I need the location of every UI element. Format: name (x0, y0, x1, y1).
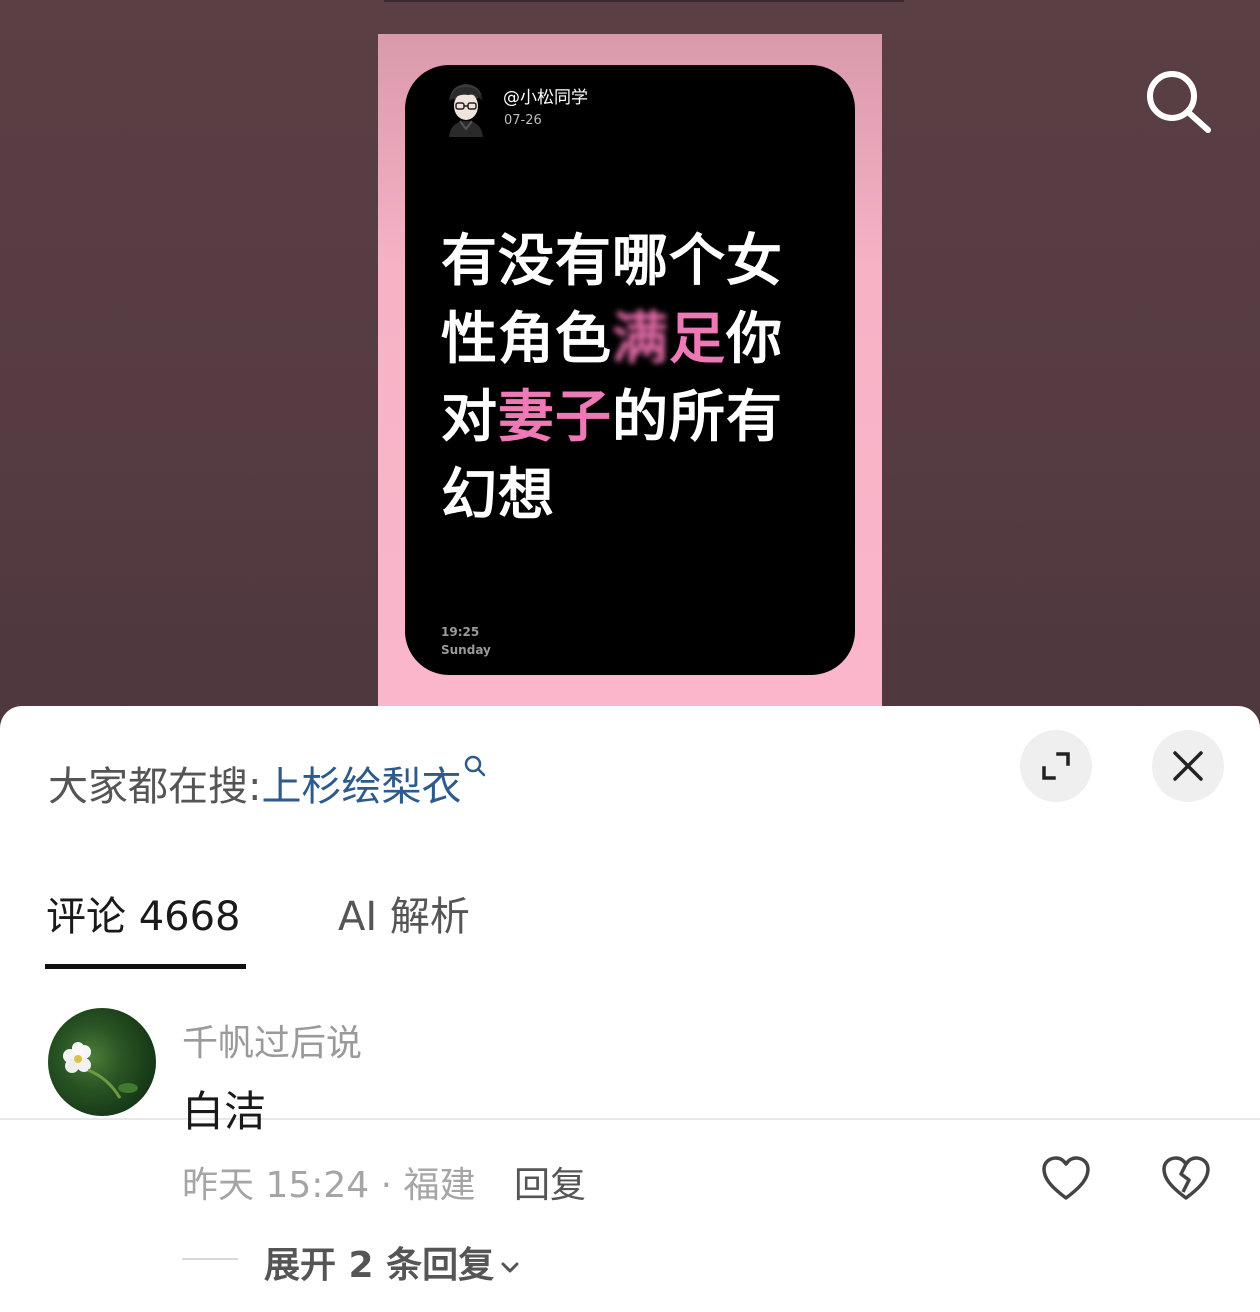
card-time: 19:25 (441, 625, 480, 639)
heart-icon (1042, 1156, 1090, 1200)
post-image[interactable]: @小松同学 07-26 有没有哪个女 性角色满足你 对妻子的所有 幻想 19:2… (378, 34, 882, 706)
trending-prefix: 大家都在搜: (48, 764, 262, 810)
close-icon (1173, 751, 1203, 781)
post-text-line-3: 对妻子的所有 (441, 379, 801, 457)
top-edge (384, 0, 904, 2)
post-text-seg: 对 (441, 385, 498, 450)
post-text-seg-blurred: 满 (612, 307, 669, 372)
tab-comments[interactable]: 评论 4668 (46, 884, 241, 942)
post-text-seg-highlight: 足 (669, 307, 726, 372)
post-text: 有没有哪个女 性角色满足你 对妻子的所有 幻想 (441, 223, 801, 535)
search-button[interactable] (1140, 64, 1216, 140)
comment-meta: 昨天 15:24 · 福建 (182, 1165, 476, 1206)
post-card: @小松同学 07-26 有没有哪个女 性角色满足你 对妻子的所有 幻想 19:2… (405, 65, 855, 675)
post-text-seg: 的所有 (612, 385, 783, 450)
post-text-line-2: 性角色满足你 (441, 301, 801, 379)
close-button[interactable] (1152, 730, 1224, 802)
like-button[interactable] (1040, 1154, 1092, 1202)
search-icon (1147, 71, 1211, 133)
chevron-down-icon (501, 1262, 519, 1273)
author-avatar (441, 81, 491, 137)
post-text-line-1: 有没有哪个女 (441, 229, 783, 294)
comment-text: 白洁 (182, 1087, 267, 1136)
expand-button[interactable] (1020, 730, 1092, 802)
comment-item: 千帆过后说 白洁 昨天 15:24 · 福建 回复 展开 2 条回复 (0, 1006, 1260, 1306)
post-text-seg-highlight: 妻子 (498, 385, 612, 450)
trending-search[interactable]: 大家都在搜:上杉绘梨衣 (48, 754, 487, 812)
card-timestamp: 19:25 Sunday (441, 623, 491, 659)
flower-avatar-image (63, 1042, 138, 1099)
active-tab-indicator (45, 964, 246, 969)
search-icon (465, 755, 486, 777)
reply-thread-line (182, 1258, 238, 1260)
tab-ai-analysis[interactable]: AI 解析 (338, 884, 470, 942)
broken-heart-icon (1162, 1156, 1210, 1200)
card-weekday: Sunday (441, 643, 491, 657)
tab-bar: 评论 4668 AI 解析 (0, 856, 1260, 1120)
post-text-line-4: 幻想 (441, 463, 555, 528)
post-text-seg: 你 (726, 307, 783, 372)
expand-replies-label: 展开 2 条回复 (264, 1245, 495, 1286)
trending-keyword[interactable]: 上杉绘梨衣 (261, 764, 461, 810)
author-handle: @小松同学 (503, 88, 588, 108)
post-text-seg: 性角色 (441, 307, 612, 372)
avatar[interactable] (48, 1008, 156, 1116)
post-date: 07-26 (504, 113, 542, 128)
comment-username[interactable]: 千帆过后说 (182, 1014, 362, 1066)
dislike-button[interactable] (1160, 1154, 1212, 1202)
expand-replies-button[interactable]: 展开 2 条回复 (264, 1236, 522, 1288)
reply-button[interactable]: 回复 (514, 1156, 586, 1208)
expand-icon (1042, 752, 1070, 780)
comments-sheet: 大家都在搜:上杉绘梨衣 评论 4668 AI 解析 千帆过后说 白洁 昨天 15… (0, 706, 1260, 1312)
